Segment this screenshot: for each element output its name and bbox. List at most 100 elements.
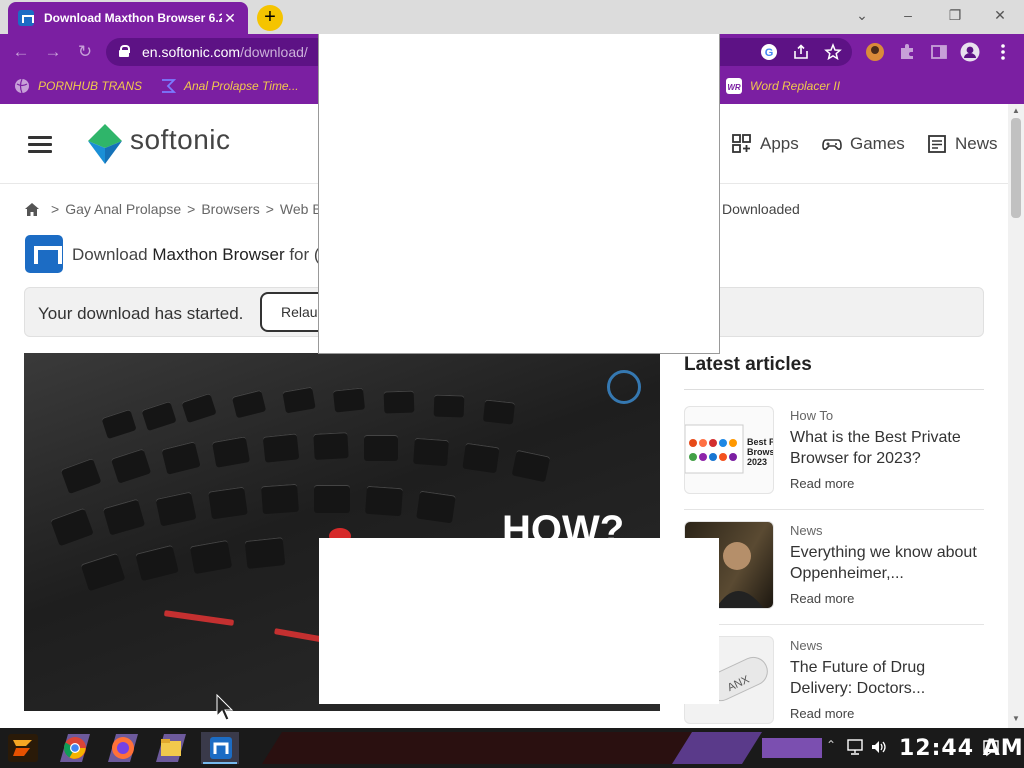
news-icon (928, 135, 946, 153)
notification-center-icon[interactable] (982, 739, 1000, 757)
extensions-puzzle-icon[interactable] (897, 42, 917, 62)
article-category[interactable]: How To (790, 408, 833, 423)
softonic-logo-text[interactable]: softonic (130, 124, 231, 156)
mouse-cursor-icon (216, 694, 234, 721)
url-path: /download/ (240, 44, 308, 60)
extension-avatar-icon[interactable] (865, 42, 885, 62)
article-card[interactable]: Best P Brows 2023 How To What is the Bes… (684, 394, 984, 510)
maxthon-favicon-icon (18, 10, 34, 26)
svg-text:Best P: Best P (747, 437, 774, 447)
title-suffix: for ( (284, 245, 320, 264)
breadcrumb-current: Downloaded (722, 201, 800, 217)
svg-text:2023: 2023 (747, 457, 767, 467)
lock-icon (119, 45, 130, 57)
tab-close-icon[interactable]: ✕ (222, 10, 238, 27)
wr-icon: WR (726, 78, 742, 94)
new-tab-button[interactable]: + (257, 5, 283, 31)
scrollbar-thumb[interactable] (1011, 118, 1021, 218)
url-text[interactable]: en.softonic.com/download/ (142, 44, 308, 60)
gamepad-icon (822, 139, 842, 150)
tab-title: Download Maxthon Browser 6.2 (44, 11, 222, 25)
minimize-button[interactable]: – (894, 4, 922, 26)
nav-label: Apps (760, 134, 799, 153)
taskbar-decoration (262, 730, 832, 766)
forward-icon[interactable]: → (42, 42, 64, 62)
vertical-scrollbar[interactable]: ▲ ▼ (1008, 104, 1024, 728)
article-card[interactable]: News Everything we know about Oppenheime… (684, 509, 984, 625)
breadcrumb-separator: > (187, 201, 196, 217)
article-title[interactable]: Everything we know about Oppenheimer,... (790, 542, 982, 584)
nav-label: News (955, 134, 998, 153)
title-bar: Download Maxthon Browser 6.2 ✕ + ⌄ – ❐ ✕ (0, 0, 1024, 34)
title-app-name: Maxthon Browser (152, 245, 285, 264)
file-explorer-icon[interactable] (152, 732, 190, 764)
hero-badge-icon (607, 370, 641, 404)
svg-text:WR: WR (727, 83, 741, 92)
article-category[interactable]: News (790, 638, 823, 653)
read-more-link[interactable]: Read more (790, 706, 854, 721)
nav-news[interactable]: News (927, 134, 998, 154)
bookmark-item[interactable]: Anal Prolapse Time... (160, 78, 299, 94)
page-title: Download Maxthon Browser for ( (72, 245, 320, 265)
blank-popup-window[interactable] (318, 34, 720, 354)
latest-articles-heading: Latest articles (684, 354, 812, 375)
breadcrumb: > Gay Anal Prolapse > Browsers > Web Br (25, 201, 326, 217)
bookmark-item[interactable]: PORNHUB TRANS (14, 78, 142, 94)
bracket-icon (162, 79, 176, 93)
bookmark-label: PORNHUB TRANS (38, 79, 143, 93)
url-host: en.softonic.com (142, 44, 241, 60)
tab-search-icon[interactable]: ⌄ (848, 4, 876, 26)
tray-chevron-icon[interactable]: ⌃ (826, 738, 836, 752)
side-panel-icon[interactable] (929, 42, 949, 62)
clock[interactable]: 12:44 AM (899, 736, 1024, 761)
softonic-logo-icon[interactable] (88, 124, 122, 164)
close-window-button[interactable]: ✕ (986, 4, 1014, 26)
scroll-down-icon[interactable]: ▼ (1012, 714, 1020, 723)
nav-label: Games (850, 134, 905, 153)
profile-icon[interactable] (960, 42, 980, 62)
breadcrumb-link[interactable]: Browsers (201, 201, 259, 217)
read-more-link[interactable]: Read more (790, 476, 854, 491)
article-title[interactable]: What is the Best Private Browser for 202… (790, 427, 982, 469)
bookmark-star-icon[interactable] (824, 43, 842, 61)
download-message: Your download has started. (38, 304, 244, 323)
blank-popup-window[interactable] (319, 538, 719, 704)
breadcrumb-separator: > (265, 201, 274, 217)
taskbar: ⌃ 12:44 AM (0, 728, 1024, 768)
back-icon[interactable]: ← (10, 42, 32, 62)
volume-icon[interactable] (870, 739, 888, 755)
reload-icon[interactable]: ↻ (74, 42, 96, 62)
hamburger-menu-icon[interactable] (28, 136, 52, 154)
article-title[interactable]: The Future of Drug Delivery: Doctors... (790, 657, 982, 699)
nav-apps[interactable]: Apps (732, 134, 799, 154)
home-icon[interactable] (25, 202, 39, 216)
menu-kebab-icon[interactable] (993, 42, 1013, 62)
chrome-icon[interactable] (56, 732, 94, 764)
maxthon-app-icon (25, 235, 63, 273)
article-card[interactable]: ANX News The Future of Drug Delivery: Do… (684, 624, 984, 728)
svg-text:G: G (765, 47, 774, 59)
bookmark-item[interactable]: WR Word Replacer II (726, 78, 840, 94)
article-thumbnail[interactable]: Best P Brows 2023 (684, 406, 774, 494)
globe-icon (15, 78, 29, 94)
share-icon[interactable] (792, 43, 810, 61)
restore-button[interactable]: ❐ (941, 4, 969, 26)
browser-logos-thumbnail-icon: Best P Brows 2023 (685, 424, 774, 474)
article-category[interactable]: News (790, 523, 823, 538)
read-more-link[interactable]: Read more (790, 591, 854, 606)
start-button-icon[interactable] (8, 734, 38, 762)
firefox-icon[interactable] (104, 732, 142, 764)
breadcrumb-link[interactable]: Gay Anal Prolapse (65, 201, 181, 217)
divider (684, 389, 984, 390)
nav-games[interactable]: Games (822, 134, 905, 154)
google-icon[interactable]: G (760, 43, 778, 61)
bookmark-label: Anal Prolapse Time... (184, 79, 299, 93)
maxthon-taskbar-icon[interactable] (201, 732, 239, 764)
svg-text:Brows: Brows (747, 447, 774, 457)
bookmark-label: Word Replacer II (750, 79, 841, 93)
apps-icon (732, 134, 751, 153)
network-icon[interactable] (846, 739, 864, 755)
tab-active[interactable]: Download Maxthon Browser 6.2 ✕ (8, 2, 248, 34)
scroll-up-icon[interactable]: ▲ (1012, 106, 1020, 115)
breadcrumb-separator: > (51, 201, 60, 217)
